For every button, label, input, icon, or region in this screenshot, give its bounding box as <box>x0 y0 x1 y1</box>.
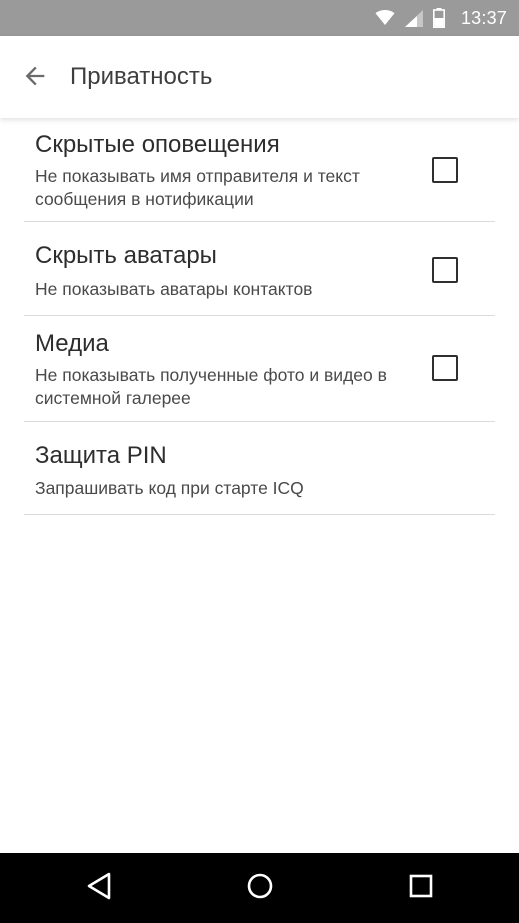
setting-title: Скрыть аватары <box>35 242 217 269</box>
setting-summary: Не показывать имя отправителя и текст со… <box>35 166 360 209</box>
app-bar: Приватность <box>0 36 519 118</box>
setting-hide-avatars[interactable]: Скрыть аватары Не показывать аватары кон… <box>24 222 495 316</box>
recents-square-icon <box>408 873 434 904</box>
page-title: Приватность <box>70 63 213 90</box>
arrow-back-icon <box>21 62 49 95</box>
nav-back-button[interactable] <box>79 868 119 908</box>
setting-summary: Не показывать аватары контактов <box>35 279 313 299</box>
media-checkbox[interactable] <box>432 355 458 381</box>
system-nav-bar <box>0 853 519 923</box>
nav-home-button[interactable] <box>240 868 280 908</box>
nav-recents-button[interactable] <box>401 868 441 908</box>
status-icons: 13:37 <box>375 0 507 36</box>
home-circle-icon <box>246 872 274 905</box>
settings-list: Скрытые оповещения Не показывать имя отп… <box>0 118 519 515</box>
setting-summary: Не показывать полученные фото и видео в … <box>35 365 387 408</box>
status-bar: 13:37 <box>0 0 519 36</box>
hidden-notifications-checkbox[interactable] <box>432 157 458 183</box>
setting-hidden-notifications[interactable]: Скрытые оповещения Не показывать имя отп… <box>24 118 495 222</box>
battery-icon <box>432 8 445 28</box>
setting-title: Скрытые оповещения <box>35 131 280 158</box>
wifi-icon <box>375 10 395 26</box>
setting-title: Медиа <box>35 330 109 357</box>
back-triangle-icon <box>86 872 112 905</box>
setting-summary: Запрашивать код при старте ICQ <box>35 478 304 498</box>
setting-media[interactable]: Медиа Не показывать полученные фото и ви… <box>24 316 495 422</box>
status-time: 13:37 <box>460 7 507 28</box>
setting-title: Защита PIN <box>35 442 167 469</box>
hide-avatars-checkbox[interactable] <box>432 257 458 283</box>
back-button[interactable] <box>18 61 52 95</box>
signal-icon <box>404 9 423 27</box>
setting-pin-protection[interactable]: Защита PIN Запрашивать код при старте IC… <box>24 422 495 515</box>
